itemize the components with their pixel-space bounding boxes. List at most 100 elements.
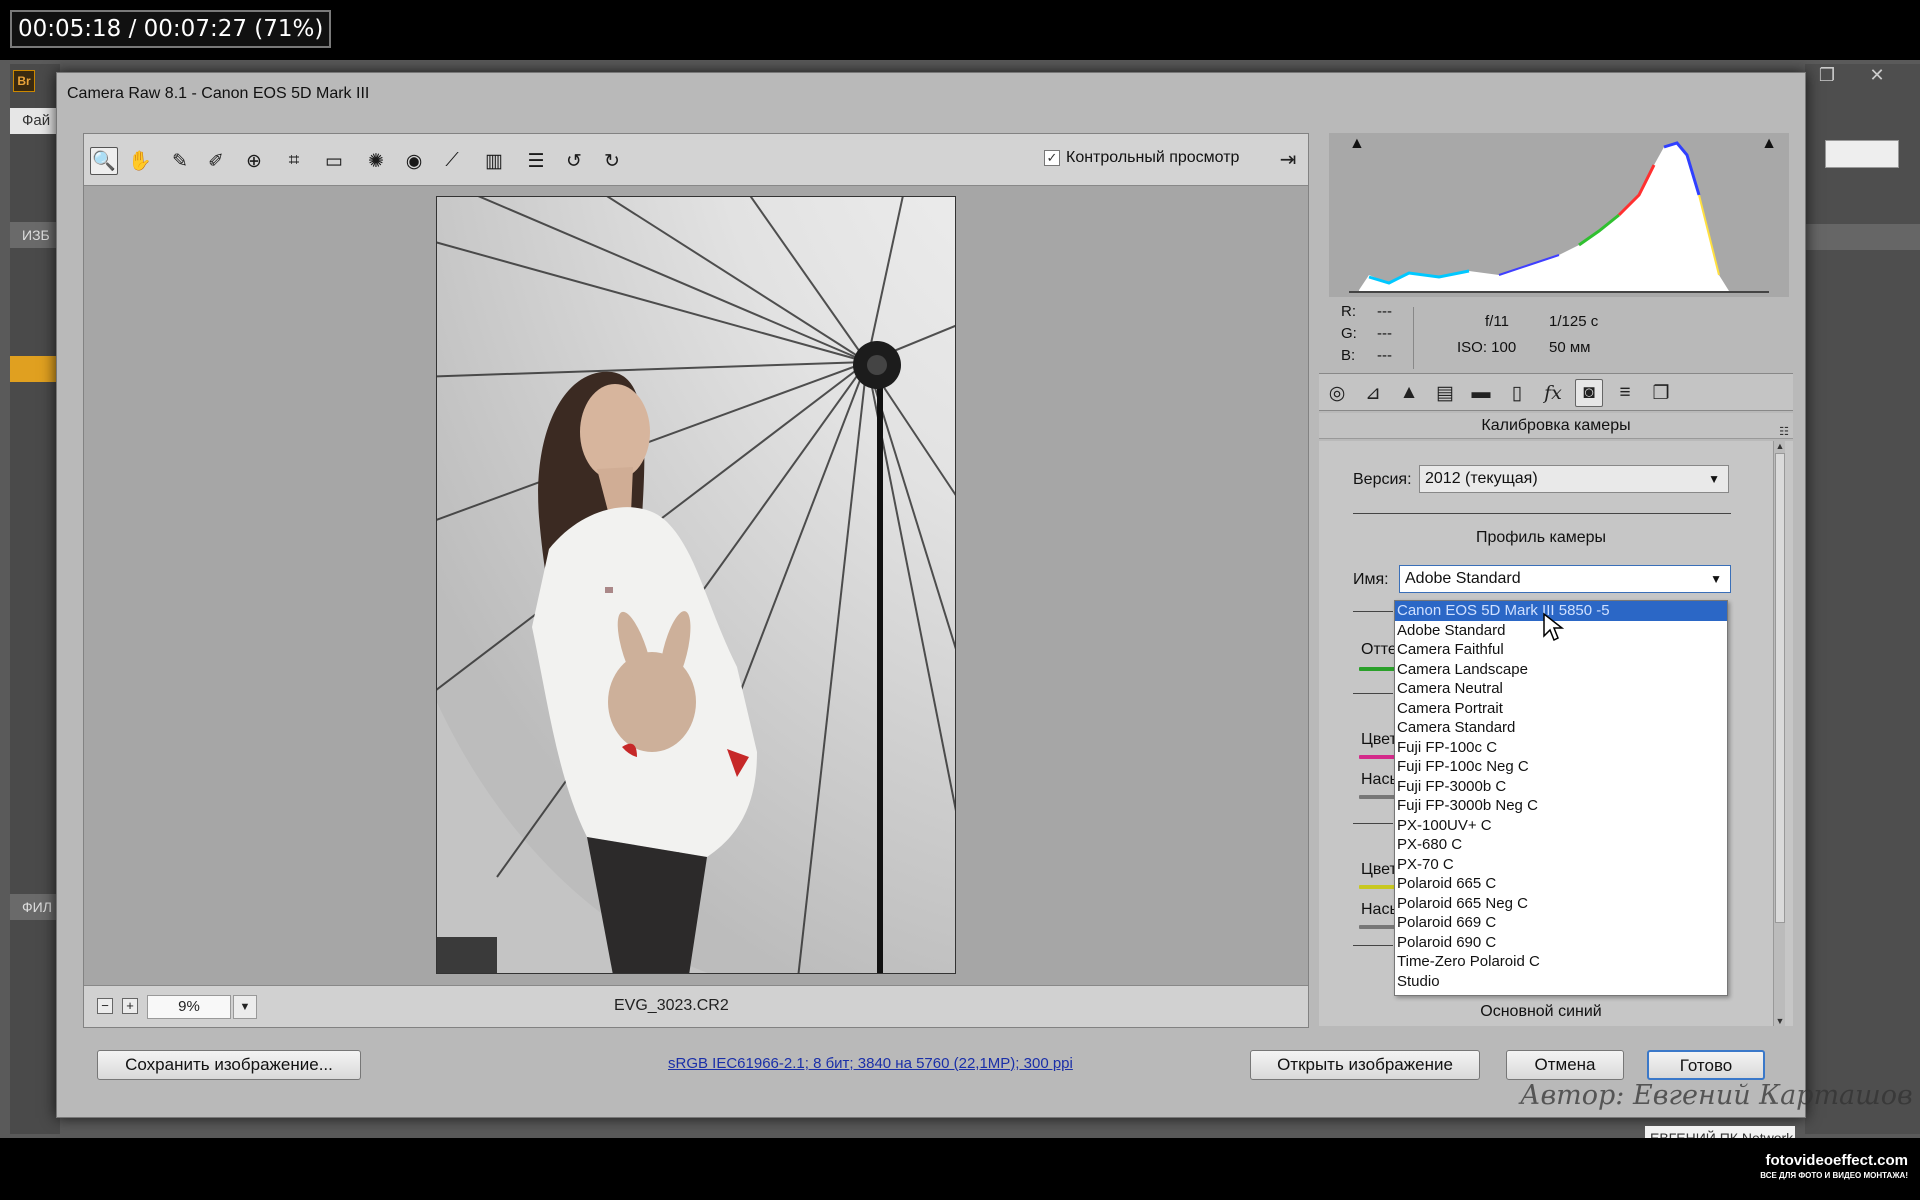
photo-preview bbox=[436, 196, 956, 974]
g-readout: G: --- bbox=[1341, 325, 1392, 342]
save-image-button[interactable]: Сохранить изображение... bbox=[97, 1050, 361, 1080]
bridge-right-panel: ❐ ✕ bbox=[1805, 64, 1920, 1134]
profile-option[interactable]: Studio bbox=[1395, 972, 1727, 992]
video-top-bar: 00:05:18 / 00:07:27 (71%) bbox=[0, 0, 1920, 60]
shadows-tint-slider[interactable] bbox=[1359, 667, 1397, 671]
tab-detail-icon[interactable]: ▲ bbox=[1395, 379, 1423, 407]
green-hue-label: Цвет bbox=[1361, 861, 1397, 878]
bridge-selected-folder[interactable] bbox=[10, 356, 60, 382]
bridge-panel-strip bbox=[1805, 224, 1920, 250]
profile-option[interactable]: PX-70 C bbox=[1395, 855, 1727, 875]
r-readout: R: --- bbox=[1341, 303, 1392, 320]
tab-presets-icon[interactable]: ≡ bbox=[1611, 379, 1639, 407]
histogram: ▲ ▲ bbox=[1329, 133, 1789, 297]
zoom-dropdown-icon[interactable]: ▼ bbox=[233, 995, 257, 1019]
primary-blue-title: Основной синий bbox=[1480, 1003, 1602, 1020]
white-balance-tool-icon[interactable]: ✎ bbox=[166, 147, 194, 175]
profile-option[interactable]: Polaroid 690 C bbox=[1395, 933, 1727, 953]
profile-option[interactable]: Fuji FP-3000b C bbox=[1395, 777, 1727, 797]
profile-option[interactable]: Polaroid 669 C bbox=[1395, 913, 1727, 933]
tab-camera-calibration-icon[interactable]: ◙ bbox=[1575, 379, 1603, 407]
highlight-clipping-icon[interactable]: ▲ bbox=[1761, 135, 1777, 153]
close-window-icon[interactable]: ✕ bbox=[1855, 64, 1899, 86]
profile-option[interactable]: Polaroid 665 C bbox=[1395, 874, 1727, 894]
bridge-logo-icon: Br bbox=[13, 70, 35, 92]
open-image-button[interactable]: Открыть изображение bbox=[1250, 1050, 1480, 1080]
preview-toggle[interactable]: ✓ Контрольный просмотр bbox=[1044, 149, 1239, 167]
zoom-level-field[interactable]: 9% bbox=[147, 995, 231, 1019]
preferences-tool-icon[interactable]: ☰ bbox=[522, 147, 550, 175]
scroll-down-icon[interactable]: ▼ bbox=[1774, 1016, 1786, 1026]
shadow-clipping-icon[interactable]: ▲ bbox=[1349, 135, 1365, 153]
scroll-thumb[interactable] bbox=[1775, 453, 1785, 923]
screen: 00:05:18 / 00:07:27 (71%) Br Фай ИЗБ ФИЛ… bbox=[0, 0, 1920, 1200]
image-canvas[interactable] bbox=[84, 186, 1308, 985]
profile-option[interactable]: Fuji FP-100c Neg C bbox=[1395, 757, 1727, 777]
profile-option[interactable]: Camera Landscape bbox=[1395, 660, 1727, 680]
graduated-filter-tool-icon[interactable]: ▥ bbox=[480, 147, 508, 175]
workflow-options-link[interactable]: sRGB IEC61966-2.1; 8 бит; 3840 на 5760 (… bbox=[668, 1055, 1073, 1072]
tab-hsl-icon[interactable]: ▤ bbox=[1431, 379, 1459, 407]
bridge-left-panel: Br Фай ИЗБ ФИЛ bbox=[10, 64, 60, 1134]
dialog-title: Camera Raw 8.1 - Canon EOS 5D Mark III bbox=[67, 85, 370, 102]
bridge-favorites-header[interactable]: ИЗБ bbox=[10, 222, 60, 248]
tab-basic-icon[interactable]: ◎ bbox=[1323, 379, 1351, 407]
red-saturation-slider[interactable] bbox=[1359, 795, 1397, 799]
red-eye-tool-icon[interactable]: ◉ bbox=[400, 147, 428, 175]
zoom-tool-icon[interactable]: 🔍 bbox=[90, 147, 118, 175]
profile-option[interactable]: Camera Portrait bbox=[1395, 699, 1727, 719]
tab-snapshots-icon[interactable]: ❐ bbox=[1647, 379, 1675, 407]
bridge-menu-file[interactable]: Фай bbox=[10, 108, 60, 134]
red-hue-slider[interactable] bbox=[1359, 755, 1397, 759]
crop-tool-icon[interactable]: ⌗ bbox=[280, 147, 308, 175]
spot-removal-tool-icon[interactable]: ✺ bbox=[362, 147, 390, 175]
chevron-down-icon: ▼ bbox=[1708, 472, 1720, 486]
profile-option[interactable]: Fuji FP-100c C bbox=[1395, 738, 1727, 758]
profile-option[interactable]: PX-680 C bbox=[1395, 835, 1727, 855]
profile-option[interactable]: Camera Neutral bbox=[1395, 679, 1727, 699]
tools-toolbar: 🔍 ✋ ✎ ✐ ⊕ ⌗ ▭ ✺ ◉ ⟋ ▥ ☰ ↺ ↻ ✓ Контрольны… bbox=[84, 134, 1308, 186]
version-label: Версия: bbox=[1353, 471, 1412, 488]
profile-section-title: Профиль камеры bbox=[1475, 529, 1607, 546]
done-button[interactable]: Готово bbox=[1647, 1050, 1765, 1080]
chevron-down-icon: ▼ bbox=[1710, 572, 1722, 586]
histogram-graph bbox=[1349, 135, 1769, 295]
red-hue-label: Цвет bbox=[1361, 731, 1397, 748]
process-version-select[interactable]: 2012 (текущая) ▼ bbox=[1419, 465, 1729, 493]
panel-scrollbar[interactable]: ▲ ▼ bbox=[1773, 441, 1785, 1026]
tab-effects-icon[interactable]: fx bbox=[1539, 379, 1567, 407]
site-name: fotovideoeffect.com bbox=[1765, 1152, 1908, 1169]
color-sampler-tool-icon[interactable]: ✐ bbox=[202, 147, 230, 175]
camera-profile-select[interactable]: Adobe Standard ▼ bbox=[1399, 565, 1731, 593]
divider bbox=[1353, 945, 1393, 946]
restore-window-icon[interactable]: ❐ bbox=[1805, 64, 1849, 86]
scroll-up-icon[interactable]: ▲ bbox=[1774, 441, 1786, 451]
profile-option[interactable]: Camera Faithful bbox=[1395, 640, 1727, 660]
fullscreen-icon[interactable]: ⇥ bbox=[1274, 146, 1302, 174]
zoom-in-button[interactable]: + bbox=[122, 998, 138, 1014]
divider bbox=[1353, 611, 1393, 612]
tab-split-toning-icon[interactable]: ▬ bbox=[1467, 379, 1495, 407]
profile-option[interactable]: Camera Standard bbox=[1395, 718, 1727, 738]
profile-option[interactable]: Fuji FP-3000b Neg C bbox=[1395, 796, 1727, 816]
profile-option[interactable]: Time-Zero Polaroid C bbox=[1395, 952, 1727, 972]
targeted-adjustment-tool-icon[interactable]: ⊕ bbox=[240, 147, 268, 175]
bridge-filter-header[interactable]: ФИЛ bbox=[10, 894, 60, 920]
profile-option[interactable]: PX-100UV+ C bbox=[1395, 816, 1727, 836]
cancel-button[interactable]: Отмена bbox=[1506, 1050, 1624, 1080]
rotate-cw-tool-icon[interactable]: ↻ bbox=[598, 147, 626, 175]
straighten-tool-icon[interactable]: ▭ bbox=[320, 147, 348, 175]
zoom-out-button[interactable]: − bbox=[97, 998, 113, 1014]
profile-option[interactable]: Polaroid 665 Neg C bbox=[1395, 894, 1727, 914]
green-saturation-slider[interactable] bbox=[1359, 925, 1397, 929]
rotate-ccw-tool-icon[interactable]: ↺ bbox=[560, 147, 588, 175]
green-hue-slider[interactable] bbox=[1359, 885, 1397, 889]
iso-value: ISO: 100 bbox=[1457, 339, 1517, 356]
mouse-cursor-icon bbox=[1543, 612, 1564, 642]
tab-tone-curve-icon[interactable]: ⊿ bbox=[1359, 379, 1387, 407]
bridge-search-field[interactable] bbox=[1825, 140, 1899, 168]
tab-lens-icon[interactable]: ▯ bbox=[1503, 379, 1531, 407]
preview-checkbox[interactable]: ✓ bbox=[1044, 150, 1060, 166]
hand-tool-icon[interactable]: ✋ bbox=[126, 147, 154, 175]
adjustment-brush-tool-icon[interactable]: ⟋ bbox=[438, 147, 466, 175]
